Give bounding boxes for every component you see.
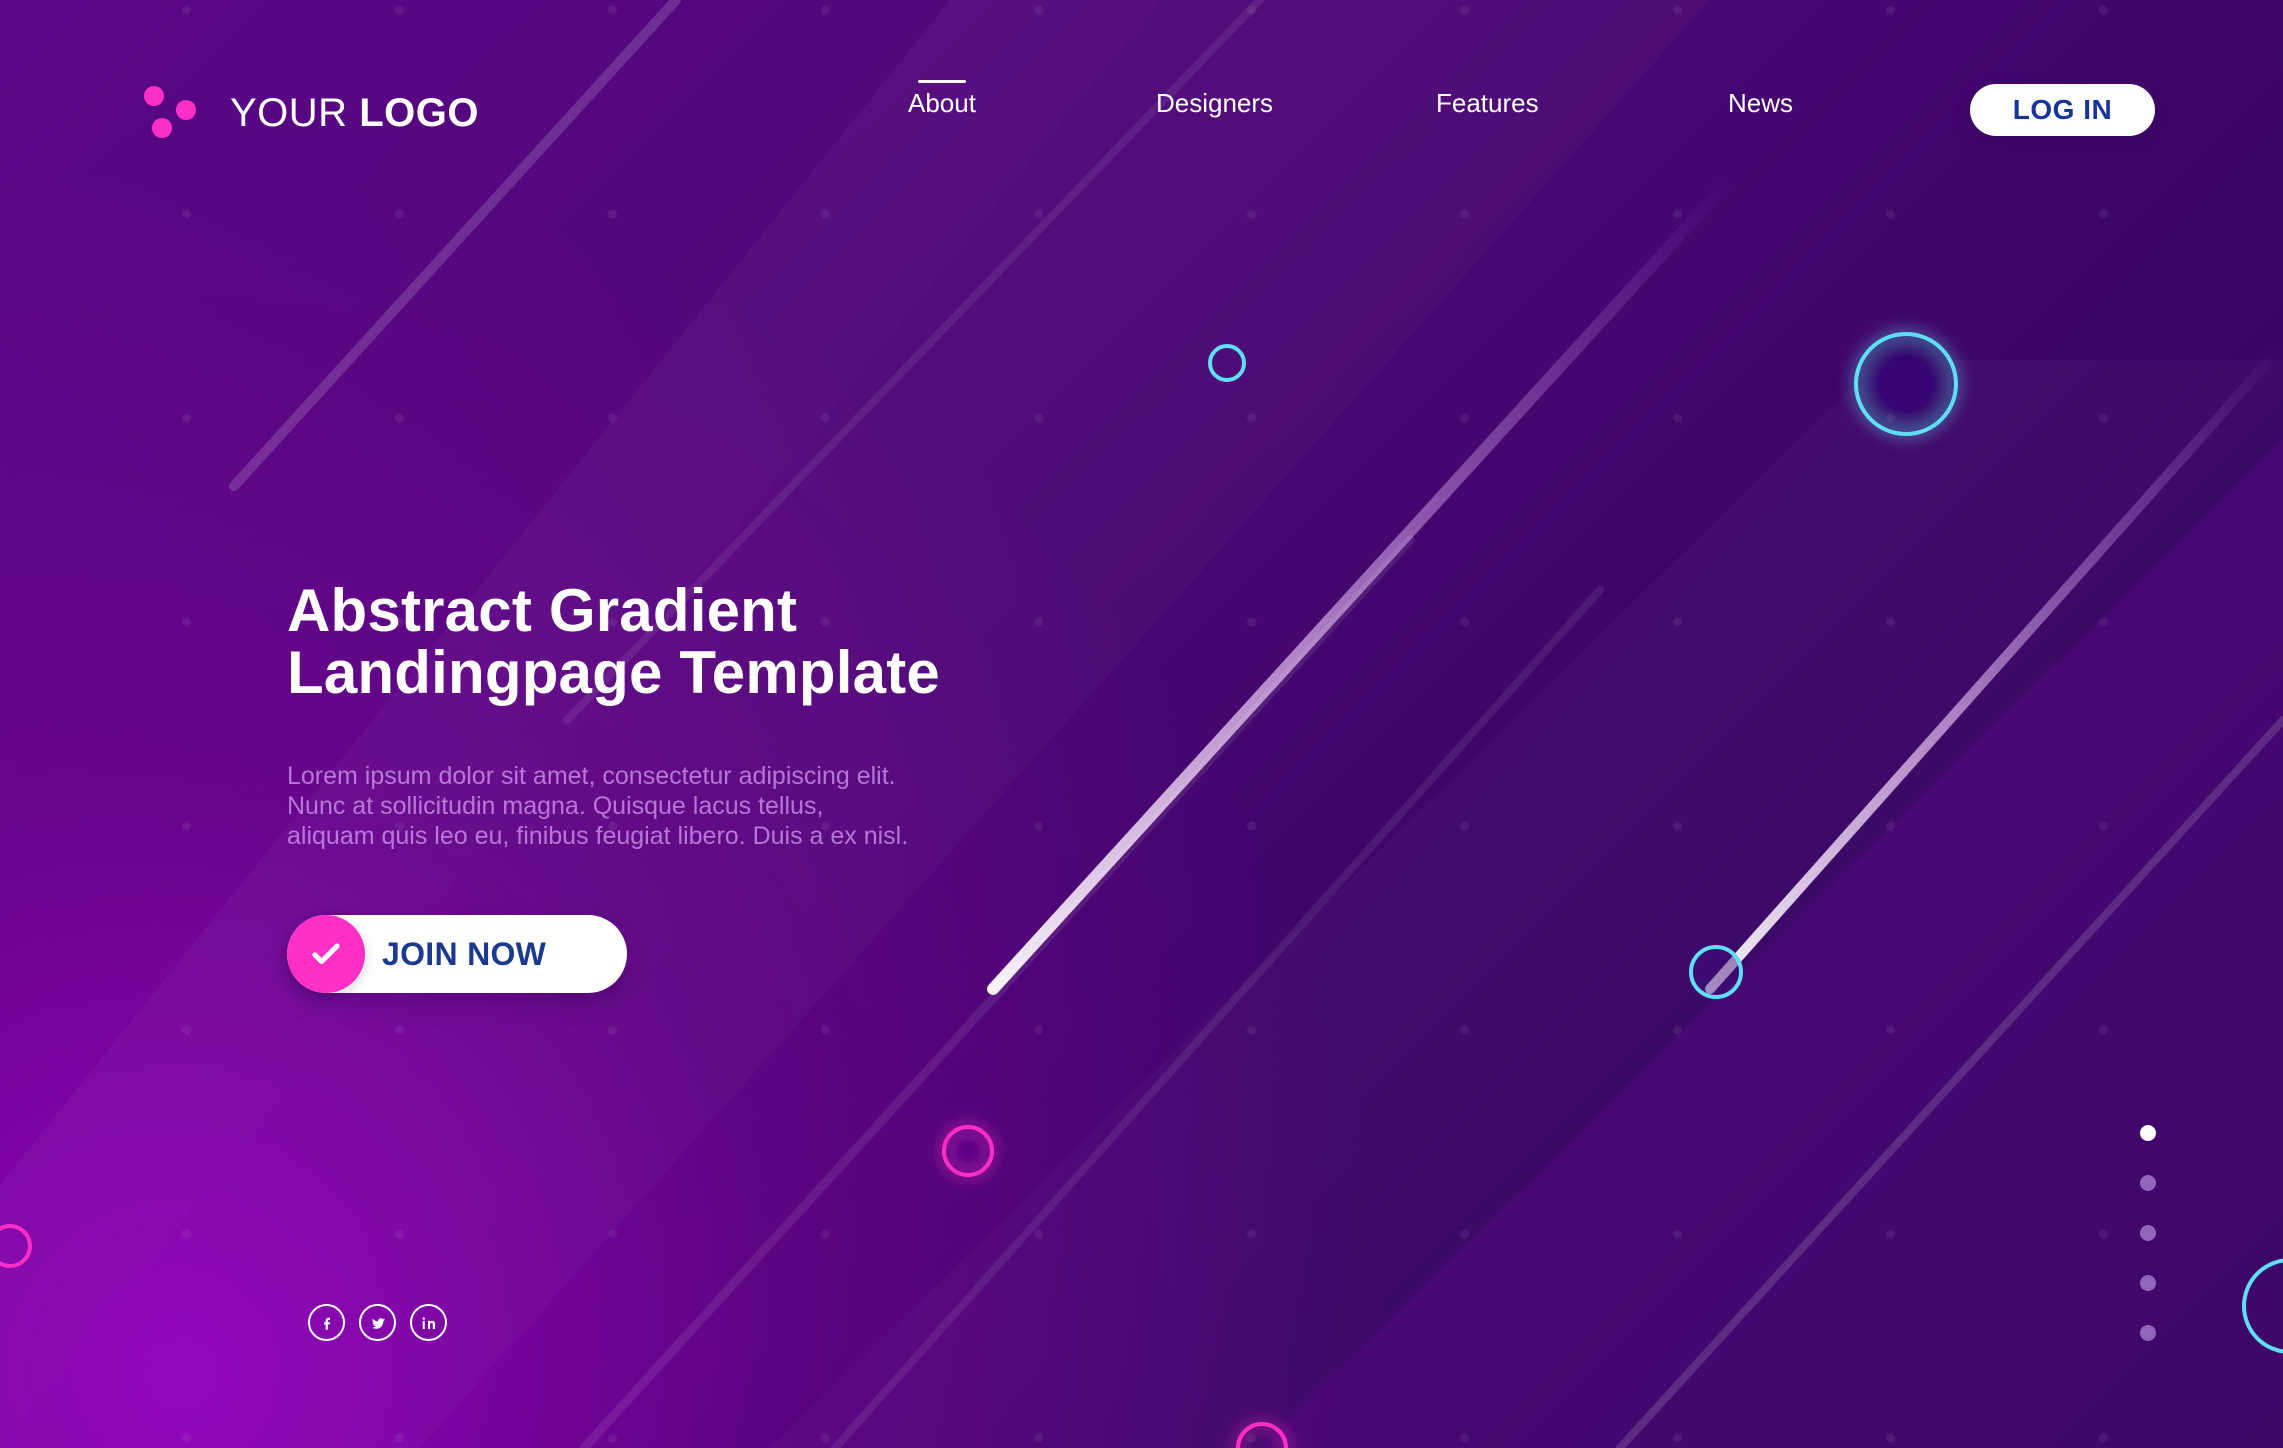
landing-page: YOUR LOGO About Designers Features News …: [0, 0, 2283, 1448]
facebook-icon[interactable]: [308, 1304, 345, 1341]
hero-description-line-1: Lorem ipsum dolor sit amet, consectetur …: [287, 761, 896, 790]
pagination-dot-5[interactable]: [2140, 1325, 2156, 1341]
hero-title-line-1: Abstract Gradient: [287, 577, 798, 644]
twitter-icon[interactable]: [359, 1304, 396, 1341]
nav-link-about[interactable]: About: [908, 80, 976, 119]
hero-section: Abstract Gradient Landingpage Template L…: [287, 577, 1047, 851]
hero-description-line-3: aliquam quis leo eu, finibus feugiat lib…: [287, 821, 909, 850]
top-navigation: About Designers Features News: [0, 80, 2283, 136]
pagination-dot-4[interactable]: [2140, 1275, 2156, 1291]
hero-description-line-2: Nunc at sollicitudin magna. Quisque lacu…: [287, 791, 824, 820]
pagination-dot-2[interactable]: [2140, 1175, 2156, 1191]
nav-link-features[interactable]: Features: [1436, 88, 1539, 119]
join-now-button[interactable]: JOIN NOW: [287, 915, 627, 993]
slide-pagination: [2140, 1125, 2160, 1345]
login-button[interactable]: LOG IN: [1970, 84, 2155, 136]
hero-description: Lorem ipsum dolor sit amet, consectetur …: [287, 761, 1007, 851]
checkmark-icon: [287, 915, 365, 993]
hero-title-line-2: Landingpage Template: [287, 639, 940, 707]
linkedin-icon[interactable]: [410, 1304, 447, 1341]
hero-title: Abstract Gradient Landingpage Template: [287, 577, 1047, 707]
pagination-dot-1[interactable]: [2140, 1125, 2156, 1141]
social-links: [308, 1304, 447, 1341]
nav-link-designers[interactable]: Designers: [1156, 88, 1273, 119]
pagination-dot-3[interactable]: [2140, 1225, 2156, 1241]
nav-link-news[interactable]: News: [1728, 88, 1793, 119]
join-now-label: JOIN NOW: [382, 936, 547, 972]
